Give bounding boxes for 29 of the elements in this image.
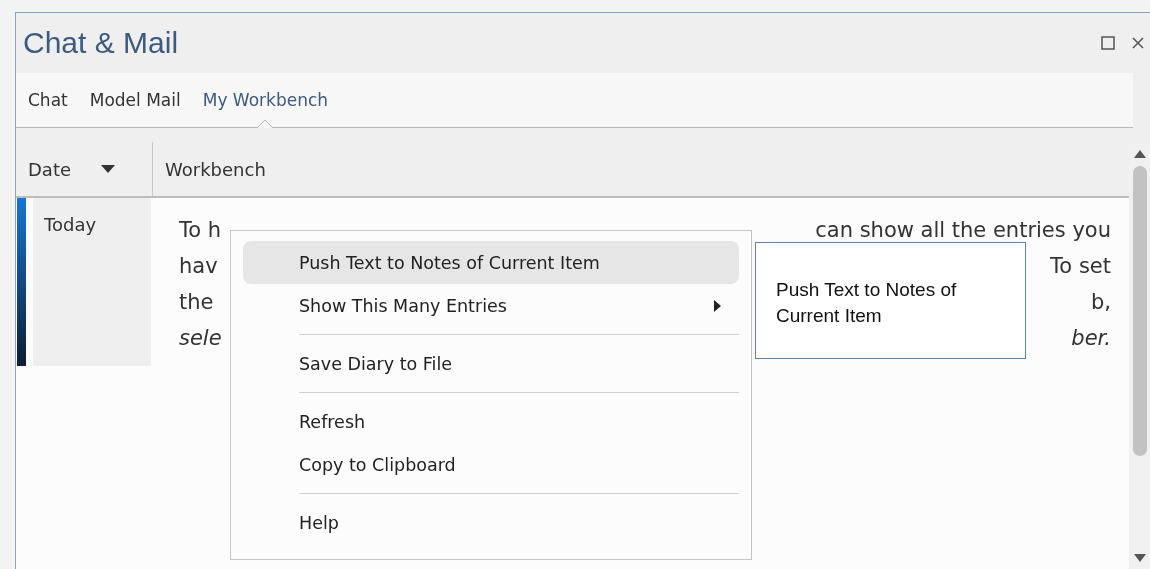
maximize-icon[interactable] [1101, 36, 1115, 50]
submenu-arrow-icon [714, 299, 721, 312]
tooltip: Push Text to Notes of Current Item [755, 242, 1026, 359]
column-header[interactable]: Date [16, 142, 153, 196]
scroll-down-icon[interactable] [1134, 554, 1146, 562]
dropdown-arrow-icon[interactable] [101, 165, 116, 173]
scroll-up-icon[interactable] [1134, 150, 1146, 158]
window-title: Chat & Mail [23, 26, 179, 60]
entry-text: can show all the entries you [815, 217, 1111, 244]
table-cell: Today [33, 198, 151, 366]
entry-text: To h [179, 217, 222, 244]
column-header[interactable]: Workbench [153, 142, 266, 196]
menu-item[interactable]: Push Text to Notes of Current Item [243, 241, 739, 284]
entry-text: sele [179, 325, 222, 352]
entry-text: ber. [1071, 325, 1111, 352]
scroll-thumb[interactable] [1133, 166, 1147, 456]
entry-text: To set [1050, 253, 1111, 280]
menu-item[interactable]: Help [243, 501, 739, 544]
menu-item[interactable]: Save Diary to File [243, 342, 739, 385]
tab[interactable]: My Workbench [194, 73, 337, 127]
tab[interactable]: Chat [20, 73, 76, 127]
entry-text: the [179, 289, 214, 316]
tab[interactable]: Model Mail [81, 73, 189, 127]
menu-item[interactable]: Refresh [243, 400, 739, 443]
menu-item[interactable]: Show This Many Entries [243, 284, 739, 327]
entry-text: hav [179, 253, 218, 280]
close-icon[interactable] [1131, 36, 1145, 50]
entry-text: b, [1091, 289, 1111, 316]
menu-item[interactable]: Copy to Clipboard [243, 443, 739, 486]
